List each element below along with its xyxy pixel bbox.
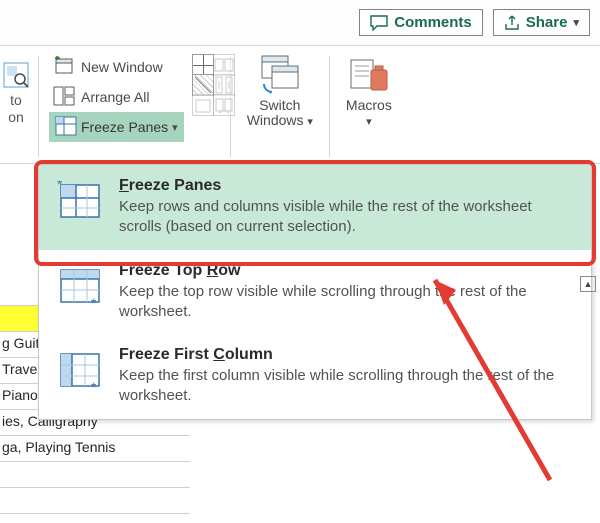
ribbon-separator: [329, 56, 330, 157]
comments-button[interactable]: Comments: [359, 9, 483, 36]
macros-button[interactable]: Macros ▾: [336, 52, 402, 129]
freeze-panes-label: Freeze Panes: [81, 119, 168, 135]
switch-windows-button[interactable]: Switch Windows ▾: [237, 52, 323, 129]
freeze-panes-dropdown-button[interactable]: * Freeze Panes ▾: [49, 112, 184, 142]
split-button[interactable]: [192, 54, 214, 76]
macros-icon: [347, 54, 391, 94]
macros-label: Macros: [346, 97, 392, 113]
unhide-window-button[interactable]: [192, 94, 214, 116]
menu-item-title: Freeze First Column: [119, 346, 575, 364]
cell-row[interactable]: [0, 462, 190, 488]
arrange-all-button[interactable]: Arrange All: [49, 82, 184, 112]
share-icon: [504, 15, 520, 31]
cell-row[interactable]: [0, 488, 190, 514]
freeze-panes-menu: * Freeze Panes Keep rows and columns vis…: [38, 164, 592, 420]
menu-item-desc: Keep the first column visible while scro…: [119, 366, 575, 407]
freeze-panes-icon: *: [55, 177, 105, 221]
arrange-all-icon: [53, 86, 75, 109]
cell-row[interactable]: ga, Playing Tennis: [0, 436, 190, 462]
freeze-first-column-icon: *: [55, 346, 105, 390]
window-mini-buttons: [184, 52, 224, 104]
menu-item-freeze-first-column[interactable]: * Freeze First Column Keep the first col…: [39, 334, 591, 419]
svg-text:*: *: [91, 379, 97, 390]
window-group: New Window Arrange All * Freeze Panes ▾: [45, 52, 184, 142]
scrollbar-up-button[interactable]: ▲: [580, 276, 596, 292]
synchronous-scrolling-button[interactable]: [213, 74, 235, 96]
freeze-top-row-icon: *: [55, 262, 105, 306]
svg-text:*: *: [57, 181, 63, 192]
svg-text:*: *: [55, 116, 57, 122]
switch-windows-label: Switch Windows ▾: [247, 98, 313, 129]
comments-label: Comments: [394, 14, 472, 31]
new-window-icon: [53, 56, 75, 79]
chevron-down-icon: ▾: [366, 116, 372, 128]
menu-item-desc: Keep the top row visible while scrolling…: [119, 282, 575, 323]
share-label: Share: [526, 14, 568, 31]
freeze-panes-icon: *: [55, 116, 77, 139]
chevron-down-icon: ▾: [573, 16, 579, 29]
zoom-selection-icon: [3, 62, 29, 88]
partial-label-1: to: [2, 92, 30, 109]
ribbon-view-section: to on New Window Arrange All * Freeze Pa…: [0, 46, 600, 164]
menu-item-freeze-panes[interactable]: * Freeze Panes Keep rows and columns vis…: [39, 165, 591, 250]
ribbon-partial-group-left: to on: [0, 52, 32, 125]
menu-item-freeze-top-row[interactable]: * Freeze Top Row Keep the top row visibl…: [39, 250, 591, 335]
chevron-down-icon: ▾: [307, 116, 313, 128]
switch-windows-icon: [258, 54, 302, 94]
ribbon-separator: [38, 56, 39, 157]
share-button[interactable]: Share ▾: [493, 9, 590, 36]
view-side-by-side-button[interactable]: [213, 54, 235, 76]
menu-item-title: Freeze Top Row: [119, 262, 575, 280]
menu-item-desc: Keep rows and columns visible while the …: [119, 197, 575, 238]
comment-icon: [370, 15, 388, 31]
title-bar-right: Comments Share ▾: [0, 0, 600, 46]
new-window-button[interactable]: New Window: [49, 52, 184, 82]
svg-text:*: *: [91, 295, 97, 306]
reset-window-position-button[interactable]: [213, 94, 235, 116]
partial-label-2: on: [2, 109, 30, 126]
arrange-all-label: Arrange All: [81, 89, 149, 105]
new-window-label: New Window: [81, 59, 163, 75]
chevron-down-icon: ▾: [172, 121, 178, 134]
hide-window-button[interactable]: [192, 74, 214, 96]
menu-item-title: Freeze Panes: [119, 177, 575, 195]
